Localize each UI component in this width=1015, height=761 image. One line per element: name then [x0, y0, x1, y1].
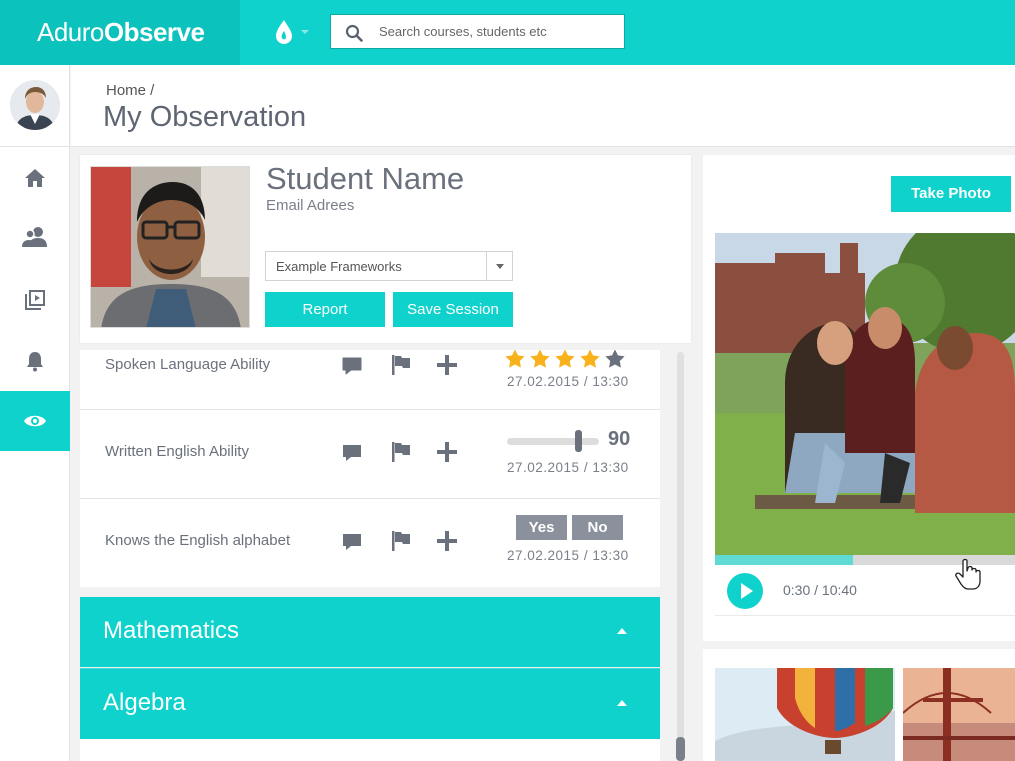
criteria-list: Spoken Language Ability 27.02.2015 / 13:…: [80, 350, 660, 587]
flame-icon: [276, 20, 309, 44]
comment-icon[interactable]: [340, 530, 364, 554]
hand-cursor-icon: [955, 558, 981, 590]
video-library-icon: [25, 290, 45, 310]
star-icon[interactable]: [579, 350, 601, 370]
collapse-arrow-icon: [617, 628, 627, 634]
sidebar-item-media[interactable]: [0, 270, 70, 330]
criteria-date: 27.02.2015 / 13:30: [507, 548, 629, 563]
collapse-arrow-icon: [617, 700, 627, 706]
sidebar-item-observe[interactable]: [0, 391, 70, 451]
plus-icon[interactable]: [435, 529, 459, 553]
comment-icon[interactable]: [340, 354, 364, 378]
video-time: 0:30 / 10:40: [783, 582, 857, 598]
flag-icon[interactable]: [389, 529, 413, 553]
page-header: Home / My Observation: [71, 65, 1015, 147]
student-email: Email Adrees: [266, 197, 355, 214]
subject-accordion-algebra[interactable]: Algebra: [80, 668, 660, 739]
accordion-label: Mathematics: [103, 617, 240, 644]
criteria-date: 27.02.2015 / 13:30: [507, 374, 629, 389]
scrollbar-track: [677, 352, 684, 761]
eye-icon: [24, 415, 46, 427]
search-box: [330, 14, 625, 49]
user-avatar[interactable]: [10, 80, 60, 130]
plus-icon[interactable]: [435, 353, 459, 377]
save-session-button[interactable]: Save Session: [393, 292, 513, 327]
student-card: Student Name Email Adrees Example Framew…: [80, 155, 691, 343]
take-photo-button[interactable]: Take Photo: [891, 176, 1011, 212]
student-photo: [90, 166, 250, 328]
users-icon: [22, 227, 47, 247]
criteria-label: Knows the English alphabet: [105, 532, 291, 549]
accordion-content: [80, 739, 660, 761]
flag-icon[interactable]: [389, 440, 413, 464]
dropdown-toggle[interactable]: [486, 252, 512, 280]
star-icon[interactable]: [554, 350, 576, 370]
gallery-thumbnail[interactable]: [715, 668, 895, 761]
sidebar-item-students[interactable]: [0, 207, 70, 267]
flag-icon[interactable]: [389, 353, 413, 377]
star-icon[interactable]: [504, 350, 526, 370]
framework-select[interactable]: Example Frameworks: [265, 251, 513, 281]
comment-icon[interactable]: [340, 441, 364, 465]
scrollbar-thumb[interactable]: [676, 737, 685, 761]
bell-icon: [27, 352, 43, 372]
slider-track[interactable]: [507, 438, 599, 445]
star-icon[interactable]: [529, 350, 551, 370]
play-button[interactable]: [727, 573, 763, 609]
student-name: Student Name: [266, 161, 465, 196]
play-icon: [741, 583, 753, 599]
search-input[interactable]: [379, 15, 619, 48]
video-progress-fill: [715, 555, 853, 565]
criteria-row: Spoken Language Ability 27.02.2015 / 13:…: [80, 350, 660, 410]
criteria-row: Written English Ability 90 27.02.2015 / …: [80, 410, 660, 499]
app-switcher[interactable]: [272, 18, 316, 46]
home-icon: [25, 169, 45, 187]
star-rating[interactable]: [504, 350, 626, 370]
gallery-thumbnail[interactable]: [903, 668, 1015, 761]
breadcrumb[interactable]: Home /: [106, 82, 154, 99]
criteria-date: 27.02.2015 / 13:30: [507, 460, 629, 475]
scrollbar[interactable]: [676, 352, 686, 761]
caret-down-icon: [496, 264, 504, 269]
page-title: My Observation: [103, 101, 307, 133]
sidebar: [0, 65, 70, 761]
slider-value: 90: [608, 428, 631, 450]
photo-gallery: [703, 649, 1015, 761]
criteria-row: Knows the English alphabet Yes No 27.02.…: [80, 499, 660, 587]
sidebar-item-home[interactable]: [0, 148, 70, 208]
criteria-label: Spoken Language Ability: [105, 356, 271, 373]
no-button[interactable]: No: [572, 515, 623, 540]
yes-button[interactable]: Yes: [516, 515, 567, 540]
top-bar: AduroObserve: [0, 0, 1015, 65]
criteria-label: Written English Ability: [105, 443, 249, 460]
report-button[interactable]: Report: [265, 292, 385, 327]
brand-logo[interactable]: AduroObserve: [0, 0, 240, 65]
framework-select-value: Example Frameworks: [276, 259, 402, 274]
plus-icon[interactable]: [435, 440, 459, 464]
star-icon[interactable]: [604, 350, 626, 370]
slider-thumb[interactable]: [575, 430, 582, 452]
subject-accordion-mathematics[interactable]: Mathematics: [80, 597, 660, 667]
accordion-label: Algebra: [103, 689, 186, 716]
sidebar-divider: [0, 146, 70, 147]
video-player[interactable]: [715, 233, 1015, 555]
sidebar-item-notifications[interactable]: [0, 331, 70, 391]
chevron-down-icon: [301, 30, 309, 34]
search-icon: [345, 24, 363, 42]
